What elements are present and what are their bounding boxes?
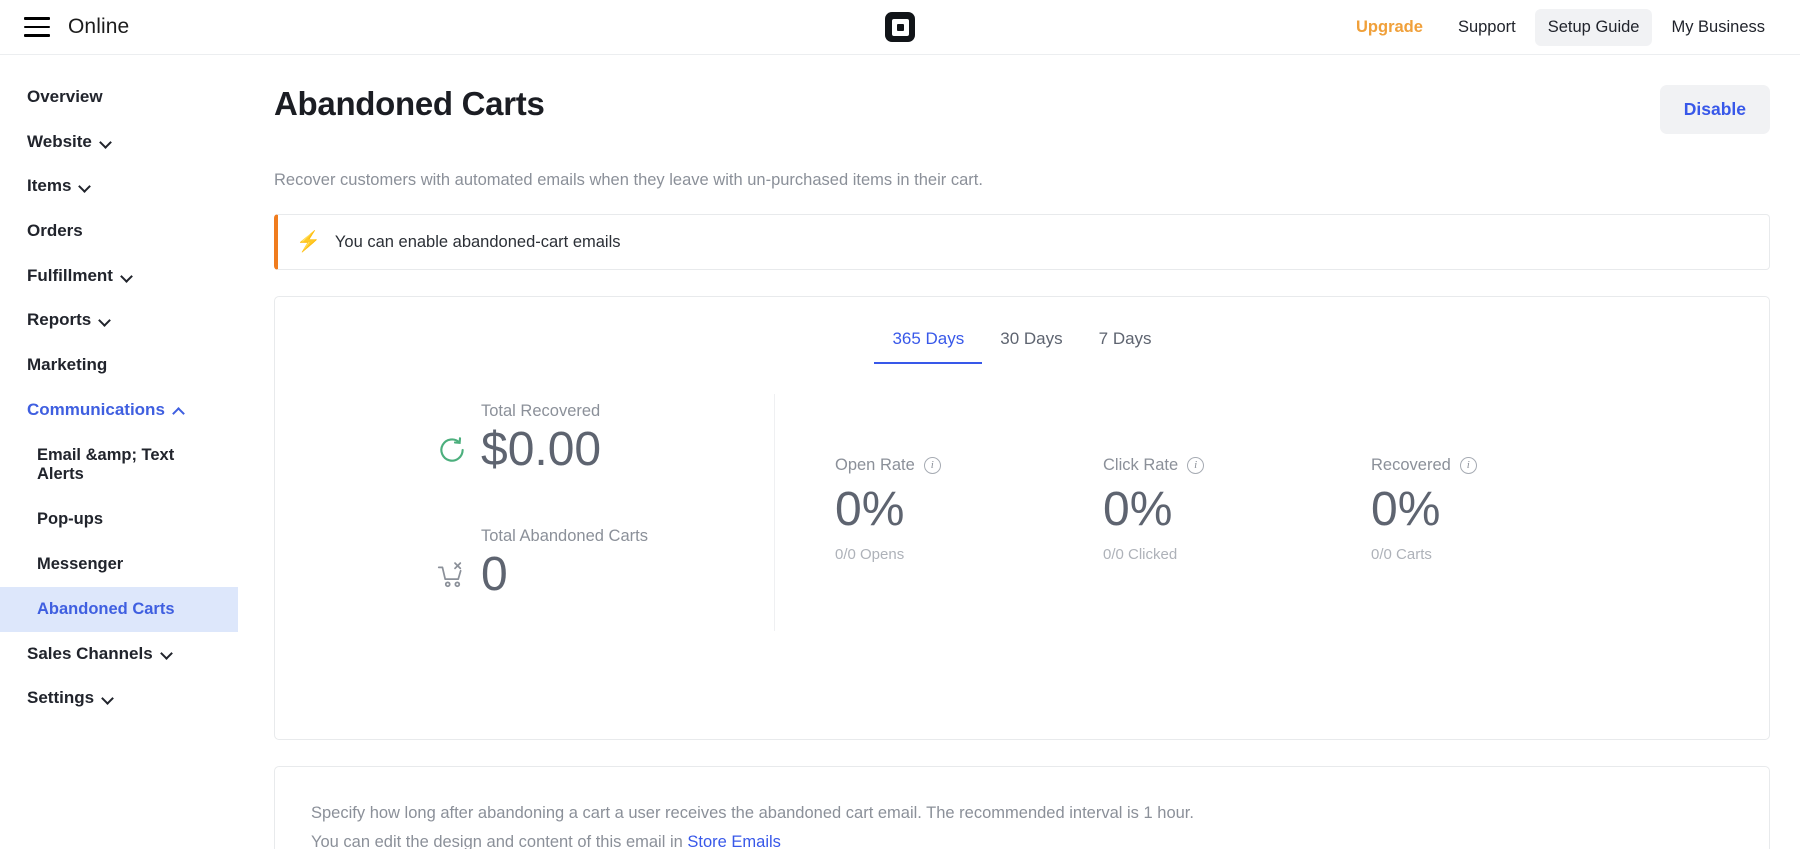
hamburger-line bbox=[24, 17, 50, 20]
hamburger-line bbox=[24, 34, 50, 37]
cart-x-icon bbox=[437, 561, 467, 591]
store-emails-link[interactable]: Store Emails bbox=[687, 833, 781, 849]
sidebar: Overview Website Items Orders Fulfillmen… bbox=[0, 55, 238, 849]
stat-total-recovered: Total Recovered $0.00 bbox=[275, 402, 774, 475]
sidebar-subitem-label: Email &amp; Text Alerts bbox=[37, 446, 174, 483]
banner-text: You can enable abandoned-cart emails bbox=[335, 233, 621, 252]
nav-my-business[interactable]: My Business bbox=[1658, 9, 1778, 46]
sidebar-item-email-text-alerts[interactable]: Email &amp; Text Alerts bbox=[0, 433, 238, 497]
page-title: Abandoned Carts bbox=[274, 85, 545, 123]
stat-value: 0 bbox=[481, 550, 774, 600]
sidebar-item-items[interactable]: Items bbox=[0, 164, 238, 209]
hamburger-line bbox=[24, 26, 50, 29]
sidebar-item-communications[interactable]: Communications bbox=[0, 388, 238, 433]
sidebar-item-label: Website bbox=[27, 133, 92, 152]
metric-sublabel: 0/0 Clicked bbox=[1103, 546, 1371, 563]
metric-sublabel: 0/0 Carts bbox=[1371, 546, 1639, 563]
sidebar-item-label: Settings bbox=[27, 689, 94, 708]
nav-upgrade[interactable]: Upgrade bbox=[1343, 9, 1439, 46]
sidebar-item-pop-ups[interactable]: Pop-ups bbox=[0, 497, 238, 542]
sidebar-item-label: Communications bbox=[27, 401, 165, 420]
sidebar-item-abandoned-carts[interactable]: Abandoned Carts bbox=[0, 587, 238, 632]
timing-card: Specify how long after abandoning a cart… bbox=[274, 766, 1770, 849]
sidebar-subitem-label: Pop-ups bbox=[37, 510, 103, 528]
nav-setup-guide[interactable]: Setup Guide bbox=[1535, 9, 1653, 46]
sidebar-item-label: Sales Channels bbox=[27, 645, 153, 664]
metric-label: Open Rate bbox=[835, 456, 915, 475]
chevron-down-icon bbox=[122, 271, 133, 282]
metric-recovered: Recovered i 0% 0/0 Carts bbox=[1371, 456, 1639, 631]
sidebar-item-label: Orders bbox=[27, 222, 83, 241]
chevron-down-icon bbox=[80, 181, 91, 192]
primary-stats: Total Recovered $0.00 Total Abandoned Ca… bbox=[275, 394, 775, 631]
sidebar-item-label: Fulfillment bbox=[27, 267, 113, 286]
recover-arrow-icon bbox=[437, 435, 467, 465]
chevron-down-icon bbox=[103, 693, 114, 704]
info-icon[interactable]: i bbox=[1460, 457, 1477, 474]
tab-365-days[interactable]: 365 Days bbox=[874, 323, 982, 364]
chevron-down-icon bbox=[162, 648, 173, 659]
sidebar-item-label: Items bbox=[27, 177, 71, 196]
metric-sublabel: 0/0 Opens bbox=[835, 546, 1103, 563]
metric-value: 0% bbox=[1371, 485, 1639, 535]
chevron-down-icon bbox=[101, 137, 112, 148]
square-logo-inner bbox=[892, 19, 909, 36]
page-header: Abandoned Carts Disable bbox=[274, 85, 1770, 134]
sidebar-item-messenger[interactable]: Messenger bbox=[0, 542, 238, 587]
sidebar-subitem-label: Messenger bbox=[37, 555, 123, 573]
tab-30-days[interactable]: 30 Days bbox=[982, 323, 1080, 364]
metric-label: Recovered bbox=[1371, 456, 1451, 475]
tab-7-days[interactable]: 7 Days bbox=[1081, 323, 1170, 364]
metric-label: Click Rate bbox=[1103, 456, 1178, 475]
info-icon[interactable]: i bbox=[924, 457, 941, 474]
stat-label: Total Recovered bbox=[481, 402, 774, 421]
sidebar-item-label: Reports bbox=[27, 311, 91, 330]
sidebar-item-sales-channels[interactable]: Sales Channels bbox=[0, 632, 238, 677]
stat-value: $0.00 bbox=[481, 425, 774, 475]
sidebar-subitem-label: Abandoned Carts bbox=[37, 600, 175, 618]
stat-label: Total Abandoned Carts bbox=[481, 527, 774, 546]
top-nav: Upgrade Support Setup Guide My Business bbox=[1343, 9, 1778, 46]
timing-description-line2: You can edit the design and content of t… bbox=[311, 828, 1733, 849]
metric-value: 0% bbox=[835, 485, 1103, 535]
square-logo bbox=[884, 11, 916, 43]
disable-button[interactable]: Disable bbox=[1660, 85, 1770, 134]
nav-support[interactable]: Support bbox=[1445, 9, 1529, 46]
sidebar-item-website[interactable]: Website bbox=[0, 120, 238, 165]
sidebar-item-marketing[interactable]: Marketing bbox=[0, 343, 238, 388]
page-description: Recover customers with automated emails … bbox=[274, 171, 1770, 190]
chevron-down-icon bbox=[100, 315, 111, 326]
sidebar-item-settings[interactable]: Settings bbox=[0, 676, 238, 721]
stat-total-abandoned-carts: Total Abandoned Carts 0 bbox=[275, 527, 774, 600]
sidebar-item-label: Marketing bbox=[27, 356, 107, 375]
date-range-tabs: 365 Days 30 Days 7 Days bbox=[275, 297, 1769, 364]
site-name: Online bbox=[68, 15, 129, 39]
timing-description-prefix: You can edit the design and content of t… bbox=[311, 833, 687, 849]
sidebar-item-fulfillment[interactable]: Fulfillment bbox=[0, 254, 238, 299]
top-header-bar: Online Upgrade Support Setup Guide My Bu… bbox=[0, 0, 1800, 55]
info-icon[interactable]: i bbox=[1187, 457, 1204, 474]
main-content: Abandoned Carts Disable Recover customer… bbox=[238, 55, 1800, 849]
sidebar-item-overview[interactable]: Overview bbox=[0, 75, 238, 120]
square-logo-core bbox=[897, 24, 904, 31]
sidebar-item-reports[interactable]: Reports bbox=[0, 298, 238, 343]
timing-description-line1: Specify how long after abandoning a cart… bbox=[311, 799, 1733, 828]
hamburger-icon[interactable] bbox=[24, 17, 50, 37]
sidebar-item-label: Overview bbox=[27, 88, 103, 107]
square-logo-outer bbox=[885, 12, 915, 42]
sidebar-item-orders[interactable]: Orders bbox=[0, 209, 238, 254]
secondary-metrics: Open Rate i 0% 0/0 Opens Click Rate i 0%… bbox=[775, 394, 1769, 631]
lightning-bolt-icon: ⚡ bbox=[296, 232, 321, 252]
metric-click-rate: Click Rate i 0% 0/0 Clicked bbox=[1103, 456, 1371, 631]
metric-value: 0% bbox=[1103, 485, 1371, 535]
chevron-up-icon bbox=[174, 405, 185, 416]
stats-card: 365 Days 30 Days 7 Days Total Recovered … bbox=[274, 296, 1770, 740]
enable-emails-banner: ⚡ You can enable abandoned-cart emails bbox=[274, 214, 1770, 270]
stats-row: Total Recovered $0.00 Total Abandoned Ca… bbox=[275, 364, 1769, 631]
metric-open-rate: Open Rate i 0% 0/0 Opens bbox=[835, 456, 1103, 631]
